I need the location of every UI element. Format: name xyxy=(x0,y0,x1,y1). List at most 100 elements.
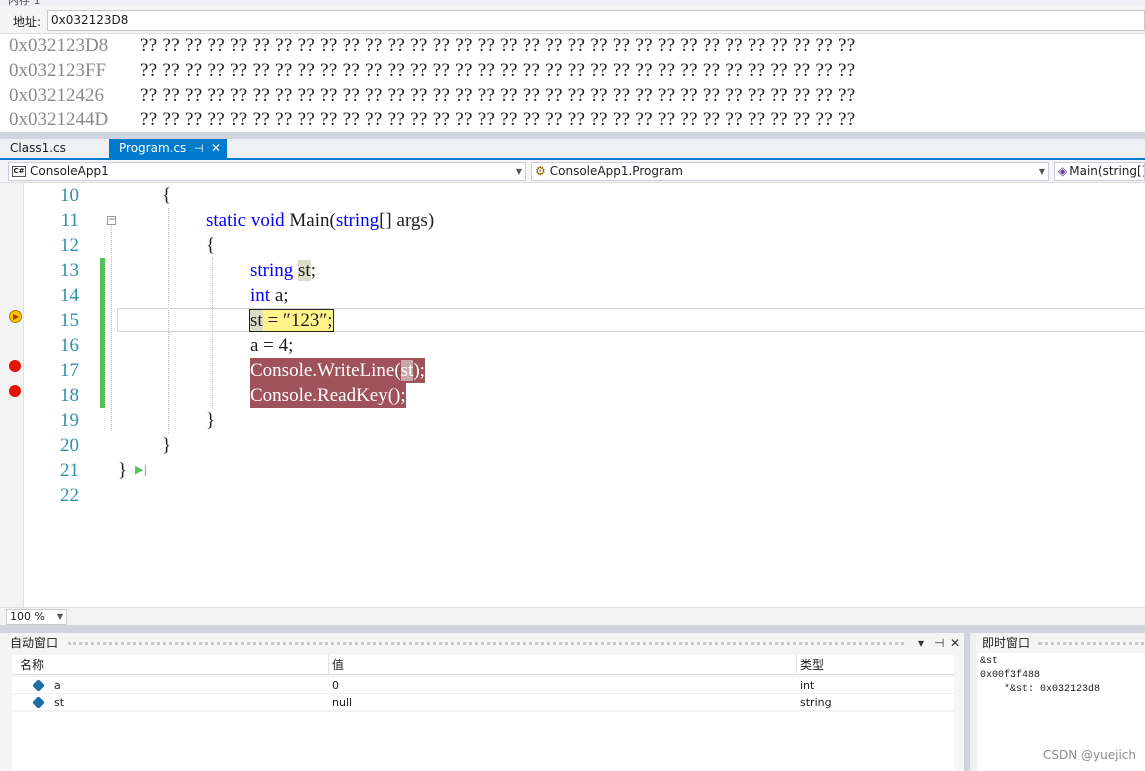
breakpoint-line: Console.WriteLine(st); xyxy=(250,358,425,383)
immediate-line: &st xyxy=(980,656,999,667)
autos-window: 自动窗口 ▾ ⊣ ✕ 名称 值 类型 a 0 int st null strin… xyxy=(0,633,970,771)
method-icon: ◈ xyxy=(1058,164,1068,178)
autos-empty-area xyxy=(12,712,954,771)
cell-type: string xyxy=(800,696,832,709)
watermark: CSDN @yuejich xyxy=(1043,748,1136,762)
current-statement-arrow-icon[interactable] xyxy=(9,310,22,323)
title-grip[interactable] xyxy=(1038,642,1145,645)
autos-header: 名称 值 类型 xyxy=(12,655,954,675)
cell-value[interactable]: null xyxy=(332,694,352,711)
column-divider[interactable] xyxy=(796,655,797,675)
memory-row-address: 0x032123D8 xyxy=(9,35,109,56)
code-line: } xyxy=(206,410,216,431)
splitter[interactable] xyxy=(0,132,1145,139)
tab-class1[interactable]: Class1.cs xyxy=(0,139,76,158)
code-line: string st; xyxy=(250,260,316,281)
navigation-bar: C# ConsoleApp1 ▼ ⚙ ConsoleApp1.Program ▼ ◈… xyxy=(0,160,1145,183)
code-line: } xyxy=(118,460,128,481)
memory-row-address: 0x0321244D xyxy=(9,109,109,130)
project-dropdown-label: ConsoleApp1 xyxy=(30,164,109,178)
variable-icon xyxy=(32,679,45,692)
cell-value[interactable]: 0 xyxy=(332,677,339,694)
zoom-dropdown[interactable]: 100 % ▼ xyxy=(6,609,67,625)
variable-icon xyxy=(32,696,45,709)
collapse-icon[interactable]: − xyxy=(107,216,116,225)
title-grip[interactable] xyxy=(68,642,904,645)
memory-row-address: 0x032123FF xyxy=(9,60,107,81)
splitter[interactable] xyxy=(0,625,1145,633)
column-header-value[interactable]: 值 xyxy=(332,655,344,675)
class-dropdown[interactable]: ⚙ ConsoleApp1.Program ▼ xyxy=(531,162,1049,181)
address-label: 地址: xyxy=(13,15,42,29)
line-number: 18 xyxy=(60,385,79,406)
autos-window-title: 自动窗口 ▾ ⊣ ✕ xyxy=(0,633,964,653)
memory-address-bar: 地址: 0x032123D8 xyxy=(0,6,1145,34)
member-dropdown[interactable]: ◈Main(string[] args) xyxy=(1054,162,1145,181)
chevron-down-icon: ▼ xyxy=(1038,167,1045,176)
table-row[interactable]: a 0 int xyxy=(12,677,954,694)
outline-guide xyxy=(111,226,112,431)
code-line: } xyxy=(162,435,172,456)
project-dropdown[interactable]: C# ConsoleApp1 ▼ xyxy=(8,162,526,181)
line-number: 11 xyxy=(60,210,79,231)
dropdown-icon[interactable]: ▾ xyxy=(918,633,924,653)
column-header-type[interactable]: 类型 xyxy=(800,655,824,675)
memory-row-bytes: ?? ?? ?? ?? ?? ?? ?? ?? ?? ?? ?? ?? ?? ?… xyxy=(140,35,856,56)
tab-program[interactable]: Program.cs ⊣ ✕ xyxy=(109,139,227,158)
memory-row-address: 0x03212426 xyxy=(9,85,104,106)
memory-row: 0x0321244D ?? ?? ?? ?? ?? ?? ?? ?? ?? ??… xyxy=(0,108,1145,132)
cell-type: int xyxy=(800,679,815,692)
immediate-title-label: 即时窗口 xyxy=(982,636,1031,650)
memory-row-bytes: ?? ?? ?? ?? ?? ?? ?? ?? ?? ?? ?? ?? ?? ?… xyxy=(140,109,856,130)
line-number: 15 xyxy=(60,310,79,331)
current-statement: st = ″123″; xyxy=(249,309,334,332)
breakpoint-line: Console.ReadKey(); xyxy=(250,383,406,408)
member-dropdown-label: Main(string[] args) xyxy=(1069,164,1145,178)
chevron-down-icon: ▼ xyxy=(515,167,522,176)
address-input[interactable]: 0x032123D8 xyxy=(47,10,1145,31)
line-number: 16 xyxy=(60,335,79,356)
tab-program-label: Program.cs xyxy=(119,141,187,155)
line-number: 14 xyxy=(60,285,79,306)
pin-icon[interactable]: ⊣ xyxy=(194,139,204,158)
memory-row-bytes: ?? ?? ?? ?? ?? ?? ?? ?? ?? ?? ?? ?? ?? ?… xyxy=(140,85,856,106)
table-row[interactable]: st null string xyxy=(12,694,954,711)
code-line: a = 4; xyxy=(250,335,294,356)
pin-icon[interactable]: ⊣ xyxy=(934,633,944,653)
immediate-line: 0x00f3f488 xyxy=(980,670,1041,681)
column-header-name[interactable]: 名称 xyxy=(20,655,44,675)
code-line: static void Main(string[] args) xyxy=(206,210,435,231)
run-to-click-icon[interactable]: ▶| xyxy=(135,463,147,476)
line-number: 13 xyxy=(60,260,79,281)
breakpoint-icon[interactable] xyxy=(9,385,21,397)
code-line: { xyxy=(162,185,172,206)
indent-guide xyxy=(212,258,213,408)
line-number: 10 xyxy=(60,185,79,206)
class-dropdown-label: ConsoleApp1.Program xyxy=(549,164,683,178)
memory-row: 0x032123D8 ?? ?? ?? ?? ?? ?? ?? ?? ?? ??… xyxy=(0,34,1145,58)
change-indicator xyxy=(100,258,105,408)
memory-rows: 0x032123D8 ?? ?? ?? ?? ?? ?? ?? ?? ?? ??… xyxy=(0,34,1145,132)
line-number: 17 xyxy=(60,360,79,381)
code-line: int a; xyxy=(250,285,289,306)
chevron-down-icon: ▼ xyxy=(56,612,63,621)
line-number: 22 xyxy=(60,485,79,506)
close-icon[interactable]: ✕ xyxy=(211,139,221,158)
zoom-level: 100 % xyxy=(10,610,45,623)
memory-row-bytes: ?? ?? ?? ?? ?? ?? ?? ?? ?? ?? ?? ?? ?? ?… xyxy=(140,60,856,81)
immediate-line: *&st: 0x032123d8 xyxy=(1004,684,1101,695)
csharp-project-icon: C# xyxy=(12,166,26,177)
code-editor[interactable]: 10 11 12 13 14 15 16 17 18 19 20 21 22 −… xyxy=(0,183,1145,607)
line-number: 12 xyxy=(60,235,79,256)
variable-highlight: st xyxy=(298,260,311,281)
column-divider[interactable] xyxy=(328,655,329,675)
document-tabs: Class1.cs Program.cs ⊣ ✕ xyxy=(0,139,1145,160)
cell-name: st xyxy=(54,696,65,709)
code-line: { xyxy=(206,235,216,256)
line-number: 21 xyxy=(60,460,79,481)
breakpoint-icon[interactable] xyxy=(9,360,21,372)
line-number: 20 xyxy=(60,435,79,456)
class-icon: ⚙ xyxy=(535,164,546,178)
line-number: 19 xyxy=(60,410,79,431)
close-icon[interactable]: ✕ xyxy=(950,633,960,653)
